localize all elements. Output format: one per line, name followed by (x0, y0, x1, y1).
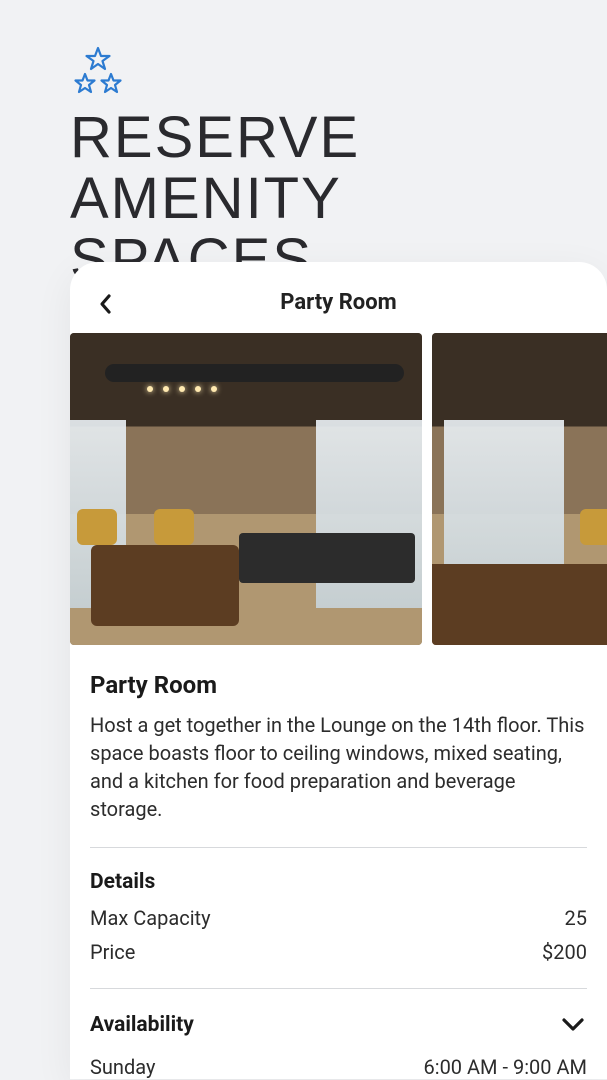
page: RESERVE AMENITY SPACES Party Room (0, 0, 607, 1080)
page-title-line1: RESERVE AMENITY (70, 105, 360, 231)
availability-hours: 6:00 AM - 9:00 AM (423, 1055, 587, 1079)
gallery-image[interactable] (70, 333, 422, 645)
detail-label: Max Capacity (90, 906, 211, 930)
availability-heading: Availability (90, 1013, 194, 1037)
divider (90, 988, 587, 989)
divider (90, 847, 587, 848)
amenity-card: Party Room Party Room (70, 262, 607, 1079)
room-name: Party Room (90, 671, 587, 699)
stars-cluster-icon (72, 46, 124, 102)
availability-row: Sunday 6:00 AM - 9:00 AM (90, 1055, 587, 1079)
detail-row: Price $200 (90, 940, 587, 964)
availability-header[interactable]: Availability (90, 1011, 587, 1039)
detail-label: Price (90, 940, 135, 964)
availability-day: Sunday (90, 1055, 155, 1079)
chevron-left-icon (97, 293, 115, 315)
detail-value: 25 (565, 906, 587, 930)
back-button[interactable] (90, 288, 122, 320)
detail-row: Max Capacity 25 (90, 906, 587, 930)
card-header: Party Room (70, 262, 607, 333)
image-gallery[interactable] (70, 333, 607, 645)
card-title: Party Room (94, 290, 583, 315)
details-heading: Details (90, 870, 587, 894)
detail-value: $200 (542, 940, 587, 964)
card-body: Party Room Host a get together in the Lo… (70, 645, 607, 1079)
availability-toggle[interactable] (559, 1011, 587, 1039)
room-description: Host a get together in the Lounge on the… (90, 711, 587, 823)
gallery-image[interactable] (432, 333, 607, 645)
chevron-down-icon (561, 1017, 585, 1033)
